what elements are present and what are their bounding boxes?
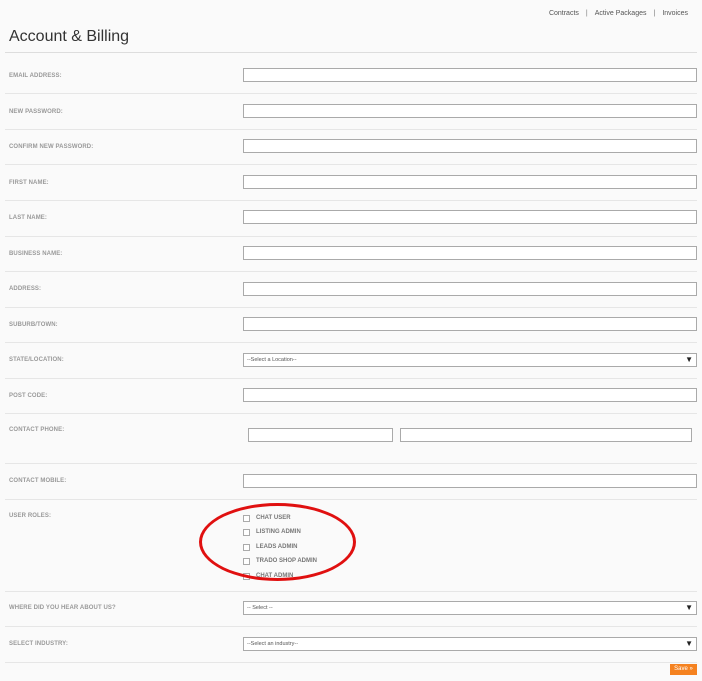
user-roles-label: USER ROLES: [9, 513, 52, 519]
title-divider [5, 52, 697, 53]
page-title: Account & Billing [9, 28, 130, 45]
phone-number-field[interactable] [400, 428, 692, 442]
address-field[interactable] [243, 282, 697, 296]
address-label: ADDRESS: [9, 286, 42, 292]
suburb-field[interactable] [243, 317, 697, 331]
dropdown-arrow-icon: ▼ [685, 639, 693, 648]
state-label: STATE/LOCATION: [9, 357, 64, 363]
business-name-field[interactable] [243, 246, 697, 260]
postcode-field[interactable] [243, 388, 697, 402]
state-select-value: --Select a Location-- [247, 357, 297, 363]
state-select[interactable]: --Select a Location-- ▼ [243, 353, 697, 367]
last-name-field[interactable] [243, 210, 697, 224]
business-name-label: BUSINESS NAME: [9, 251, 63, 257]
suburb-label: SUBURB/TOWN: [9, 322, 58, 328]
hear-about-select-value: -- Select -- [247, 605, 273, 611]
invoices-link[interactable]: Invoices [662, 10, 688, 17]
active-packages-link[interactable]: Active Packages [595, 10, 647, 17]
contact-mobile-label: CONTACT MOBILE: [9, 478, 67, 484]
postcode-label: POST CODE: [9, 393, 48, 399]
save-button[interactable]: Save » [670, 664, 697, 675]
last-name-label: LAST NAME: [9, 215, 47, 221]
highlight-ellipse-annotation [199, 503, 356, 581]
contact-mobile-field[interactable] [243, 474, 697, 488]
industry-select[interactable]: --Select an industry-- ▼ [243, 637, 697, 651]
new-password-label: NEW PASSWORD: [9, 109, 63, 115]
first-name-field[interactable] [243, 175, 697, 189]
email-label: EMAIL ADDRESS: [9, 73, 62, 79]
contact-phone-label: CONTACT PHONE: [9, 427, 65, 433]
dropdown-arrow-icon: ▼ [685, 355, 693, 364]
phone-area-code-field[interactable] [248, 428, 393, 442]
link-separator: | [653, 10, 656, 17]
industry-select-value: --Select an industry-- [247, 641, 299, 647]
email-field[interactable] [243, 68, 697, 82]
new-password-field[interactable] [243, 104, 697, 118]
industry-label: SELECT INDUSTRY: [9, 641, 68, 647]
hear-about-label: WHERE DID YOU HEAR ABOUT US? [9, 605, 116, 611]
top-links: Contracts | Active Packages | Invoices [549, 10, 688, 17]
hear-about-select[interactable]: -- Select -- ▼ [243, 601, 697, 615]
confirm-password-field[interactable] [243, 139, 697, 153]
dropdown-arrow-icon: ▼ [685, 603, 693, 612]
first-name-label: FIRST NAME: [9, 180, 49, 186]
link-separator: | [585, 10, 588, 17]
contracts-link[interactable]: Contracts [549, 10, 579, 17]
confirm-password-label: CONFIRM NEW PASSWORD: [9, 144, 94, 150]
